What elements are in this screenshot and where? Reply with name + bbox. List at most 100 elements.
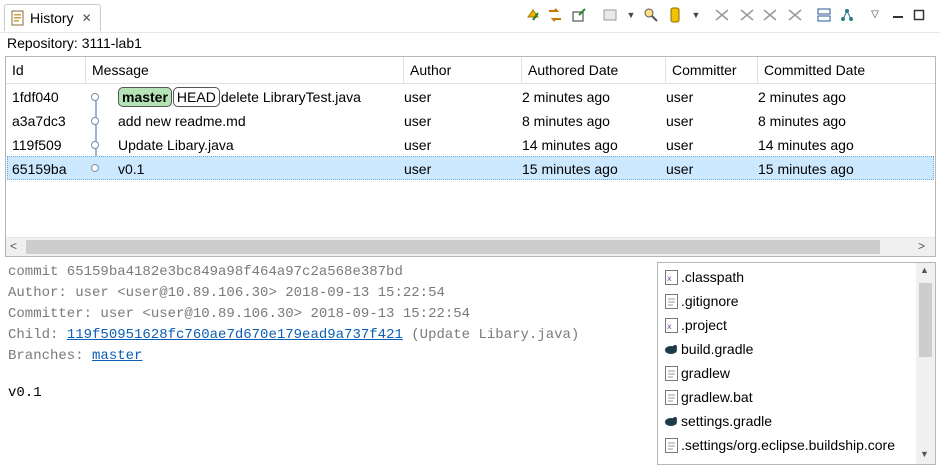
- branch-link[interactable]: master: [92, 348, 142, 364]
- list-item[interactable]: build.gradle: [664, 337, 753, 361]
- column-header-author[interactable]: Author: [404, 57, 522, 84]
- table-row[interactable]: 1fdf040 master HEAD delete LibraryTest.jav…: [7, 85, 934, 109]
- commit-author-line: Author: user <user@10.89.106.30> 2018-09…: [8, 285, 445, 301]
- scroll-right-icon[interactable]: >: [918, 238, 925, 255]
- commit-details: commit 65159ba4182e3bc849a98f464a97c2a56…: [7, 262, 647, 462]
- commit-authored-date: 8 minutes ago: [522, 113, 610, 129]
- commit-graph-node: [91, 93, 99, 101]
- scrollbar-thumb[interactable]: [919, 283, 932, 357]
- commit-authored-date: 14 minutes ago: [522, 137, 618, 153]
- gradle-icon: [664, 413, 678, 429]
- child-label: Child:: [8, 327, 67, 343]
- commit-committer: user: [666, 137, 694, 153]
- layout-icon[interactable]: [815, 6, 833, 24]
- svg-text:x: x: [667, 322, 672, 331]
- tab-history[interactable]: History ✕: [4, 4, 101, 31]
- child-suffix: (Update Libary.java): [402, 327, 580, 343]
- view-menu-icon[interactable]: ▽: [866, 6, 884, 24]
- list-item[interactable]: .gitignore: [664, 289, 739, 313]
- list-item[interactable]: x .project: [664, 313, 727, 337]
- commit-author: user: [404, 161, 432, 177]
- compare-icon[interactable]: [524, 6, 542, 24]
- table-row[interactable]: 119f509 Update Libary.java user 14 minut…: [7, 133, 934, 157]
- branch-badge[interactable]: master: [118, 87, 172, 108]
- column-header-committer[interactable]: Committer: [666, 57, 758, 84]
- commit-graph-node: [91, 141, 99, 149]
- commit-hash: commit 65159ba4182e3bc849a98f464a97c2a56…: [8, 264, 403, 280]
- list-item[interactable]: x .classpath: [664, 265, 744, 289]
- close-icon[interactable]: ✕: [82, 11, 92, 25]
- commit-committed-date: 14 minutes ago: [758, 137, 854, 153]
- list-item[interactable]: settings.gradle: [664, 409, 772, 433]
- file-name: gradlew: [681, 365, 731, 381]
- commit-author: user: [404, 137, 432, 153]
- file-name: .gitignore: [681, 293, 739, 309]
- compare-branch-icon[interactable]: [546, 6, 564, 24]
- commit-message: v0.1: [118, 161, 145, 177]
- horizontal-scrollbar[interactable]: < >: [6, 237, 935, 256]
- commit-message: add new readme.md: [118, 113, 246, 129]
- commit-committed-date: 15 minutes ago: [758, 161, 854, 177]
- scroll-down-icon[interactable]: ▼: [920, 449, 929, 459]
- column-header-authored-date[interactable]: Authored Date: [522, 57, 666, 84]
- commit-id: 1fdf040: [12, 89, 59, 105]
- commit-authored-date: 15 minutes ago: [522, 161, 618, 177]
- commit-committed-date: 2 minutes ago: [758, 89, 846, 105]
- gradle-icon: [664, 341, 678, 357]
- commit-table: Id Message Author Authored Date Committe…: [5, 56, 936, 257]
- lock-folder-icon[interactable]: [761, 6, 779, 24]
- table-row[interactable]: a3a7dc3 add new readme.md user 8 minutes…: [7, 109, 934, 133]
- filter-icon[interactable]: [601, 6, 619, 24]
- child-commit-link[interactable]: 119f50951628fc760ae7d670e179ead9a737f421: [67, 327, 403, 343]
- tab-label: History: [30, 10, 74, 26]
- repository-label: Repository: 3111-lab1: [7, 35, 142, 51]
- graph-icon[interactable]: [838, 6, 856, 24]
- commit-graph-node: [91, 117, 99, 125]
- column-header-id[interactable]: Id: [6, 57, 86, 84]
- commit-committer: user: [666, 113, 694, 129]
- vertical-scrollbar[interactable]: ▲ ▼: [916, 263, 935, 464]
- file-name: .settings/org.eclipse.buildship.core: [681, 437, 896, 453]
- repository-icon[interactable]: [666, 6, 684, 24]
- list-item[interactable]: .settings/org.eclipse.buildship.core: [664, 433, 895, 457]
- commit-graph-node: [91, 164, 99, 172]
- text-file-icon: [664, 389, 678, 405]
- file-name: gradlew.bat: [681, 389, 753, 405]
- minimize-icon[interactable]: [889, 6, 907, 24]
- lock-path-icon[interactable]: [738, 6, 756, 24]
- commit-id: 65159ba: [12, 161, 67, 177]
- file-name: .project: [681, 317, 727, 333]
- view-tab-bar: History ✕ ▼ ▼ ▽: [0, 0, 940, 33]
- xml-file-icon: x: [664, 317, 678, 333]
- list-item[interactable]: gradlew: [664, 361, 730, 385]
- scrollbar-thumb[interactable]: [26, 240, 880, 254]
- head-badge[interactable]: HEAD: [172, 87, 220, 108]
- commit-message: delete LibraryTest.java: [220, 89, 361, 105]
- dropdown-icon[interactable]: ▼: [622, 6, 640, 24]
- commit-author: user: [404, 89, 432, 105]
- show-changes-icon[interactable]: [570, 6, 588, 24]
- file-name: .classpath: [681, 269, 745, 285]
- commit-message-cell: master HEAD delete LibraryTest.java: [118, 85, 361, 109]
- commit-author: user: [404, 113, 432, 129]
- scroll-up-icon[interactable]: ▲: [920, 265, 929, 275]
- list-item[interactable]: gradlew.bat: [664, 385, 753, 409]
- file-name: build.gradle: [681, 341, 754, 357]
- maximize-icon[interactable]: [910, 6, 928, 24]
- xml-file-icon: x: [664, 269, 678, 285]
- search-icon[interactable]: [642, 6, 660, 24]
- text-file-icon: [664, 437, 678, 453]
- commit-authored-date: 2 minutes ago: [522, 89, 610, 105]
- column-header-committed-date[interactable]: Committed Date: [758, 57, 935, 84]
- lock-commit-icon[interactable]: [713, 6, 731, 24]
- dropdown-icon[interactable]: ▼: [687, 6, 705, 24]
- changed-files-list: x .classpath .gitignore x .project build…: [657, 262, 936, 465]
- commit-message-body: v0.1: [8, 385, 42, 401]
- table-row-selected[interactable]: 65159ba v0.1 user 15 minutes ago user 15…: [7, 156, 934, 180]
- commit-child-line: Child: 119f50951628fc760ae7d670e179ead9a…: [8, 325, 579, 345]
- table-header: Id Message Author Authored Date Committe…: [6, 57, 935, 84]
- scroll-left-icon[interactable]: <: [10, 238, 17, 255]
- lock-resource-icon[interactable]: [786, 6, 804, 24]
- commit-branches-line: Branches: master: [8, 346, 142, 366]
- column-header-message[interactable]: Message: [86, 57, 404, 84]
